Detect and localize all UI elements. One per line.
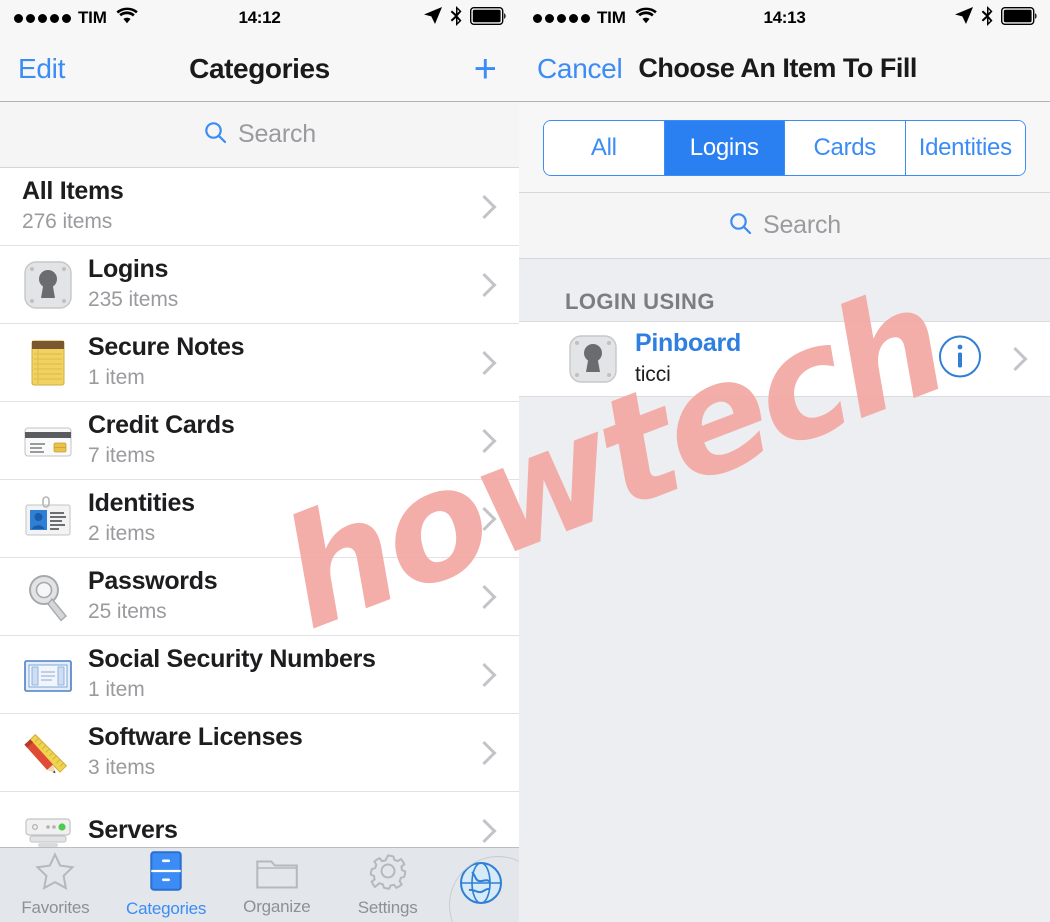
status-bar: TIM 14:12 xyxy=(0,0,519,36)
categories-list: All Items 276 items Logins 235 items Sec… xyxy=(0,168,519,870)
list-item-subtitle: 276 items xyxy=(22,210,113,234)
chevron-right-icon xyxy=(472,272,497,297)
search-input[interactable]: Search xyxy=(0,102,519,168)
list-item[interactable]: Passwords 25 items xyxy=(0,558,519,636)
gear-icon xyxy=(369,852,407,895)
navigation-bar: Cancel Choose An Item To Fill xyxy=(519,36,1050,102)
segment-identities[interactable]: Identities xyxy=(904,121,1025,175)
list-item[interactable]: All Items 276 items xyxy=(0,168,519,246)
star-icon xyxy=(35,852,76,895)
tab-organize[interactable]: Organize xyxy=(222,848,333,922)
tab-label: Organize xyxy=(243,896,311,916)
tab-label: Favorites xyxy=(21,898,90,917)
search-icon xyxy=(728,211,753,241)
section-header: LOGIN USING xyxy=(519,259,1050,321)
search-placeholder: Search xyxy=(762,211,841,239)
search-placeholder: Search xyxy=(237,120,316,148)
left-screen-categories: TIM 14:12 Edit Categories + Search All I… xyxy=(0,0,519,922)
list-item-title: Pinboard xyxy=(635,329,741,358)
list-item-subtitle: 7 items xyxy=(88,444,155,468)
tab-label: Categories xyxy=(126,899,207,918)
chevron-right-icon xyxy=(472,740,497,765)
chevron-right-icon xyxy=(1003,346,1028,372)
chevron-right-icon xyxy=(472,350,497,375)
search-input[interactable]: Search xyxy=(519,193,1050,259)
list-item-subtitle: 25 items xyxy=(88,600,167,624)
cancel-button[interactable]: Cancel xyxy=(519,53,623,85)
list-item[interactable]: Logins 235 items xyxy=(0,246,519,324)
list-item-title: Logins xyxy=(88,255,169,284)
add-button[interactable]: + xyxy=(474,49,519,89)
list-item[interactable]: Secure Notes 1 item xyxy=(0,324,519,402)
tab-categories[interactable]: Categories xyxy=(111,848,222,922)
list-item-title: Software Licenses xyxy=(88,723,303,752)
list-item-text: All Items 276 items xyxy=(22,177,124,235)
chevron-right-icon xyxy=(472,584,497,609)
list-item-title: Secure Notes xyxy=(88,333,245,362)
list-item[interactable]: Identities 2 items xyxy=(0,480,519,558)
clock-label: 14:13 xyxy=(763,8,806,27)
lock-icon xyxy=(22,259,74,311)
browser-globe-button[interactable] xyxy=(443,848,519,922)
list-item-title: Servers xyxy=(88,816,178,845)
chevron-right-icon xyxy=(472,428,497,453)
segmented-control[interactable]: All Logins Cards Identities xyxy=(543,120,1026,176)
lock-icon xyxy=(567,333,619,385)
ruler-pencil-icon xyxy=(22,727,74,779)
file-cabinet-icon xyxy=(150,851,182,896)
certificate-icon xyxy=(22,649,74,701)
tab-bar: Favorites Categories Organize Settings xyxy=(0,847,519,922)
tab-favorites[interactable]: Favorites xyxy=(0,848,111,922)
list-item-subtitle: 235 items xyxy=(88,288,179,312)
notepad-icon xyxy=(22,337,74,389)
info-circle-icon[interactable] xyxy=(938,335,982,384)
search-icon xyxy=(203,120,228,150)
credit-card-icon xyxy=(22,415,74,467)
list-item-subtitle: 1 item xyxy=(88,366,145,390)
segment-all[interactable]: All xyxy=(544,121,664,175)
list-item-subtitle: 3 items xyxy=(88,756,155,780)
key-icon xyxy=(22,571,74,623)
list-item-text: Servers xyxy=(88,816,178,845)
list-item[interactable]: Social Security Numbers 1 item xyxy=(0,636,519,714)
id-card-icon xyxy=(22,493,74,545)
segmented-control-container: All Logins Cards Identities xyxy=(519,102,1050,193)
list-item-text: Software Licenses 3 items xyxy=(88,723,303,781)
list-item-text: Identities 2 items xyxy=(88,489,195,547)
list-item[interactable]: Credit Cards 7 items xyxy=(0,402,519,480)
list-item-subtitle: ticci xyxy=(635,362,671,386)
list-item-subtitle: 1 item xyxy=(88,678,145,702)
list-item-title: Social Security Numbers xyxy=(88,645,376,674)
navigation-bar: Edit Categories + xyxy=(0,36,519,102)
list-item[interactable]: Software Licenses 3 items xyxy=(0,714,519,792)
page-title: Categories xyxy=(189,52,330,84)
list-item-text: Pinboard ticci xyxy=(635,330,741,388)
clock-label: 14:12 xyxy=(238,8,281,27)
list-item-title: Identities xyxy=(88,489,195,518)
list-item-title: All Items xyxy=(22,177,124,206)
status-bar: TIM 14:13 xyxy=(519,0,1050,36)
chevron-right-icon xyxy=(472,818,497,843)
chevron-right-icon xyxy=(472,662,497,687)
list-item-title: Passwords xyxy=(88,567,218,596)
dual-screenshot: TIM 14:12 Edit Categories + Search All I… xyxy=(0,0,1050,922)
list-item-subtitle: 2 items xyxy=(88,522,155,546)
tab-settings[interactable]: Settings xyxy=(332,848,443,922)
page-title: Choose An Item To Fill xyxy=(638,53,917,83)
list-item-text: Logins 235 items xyxy=(88,255,178,313)
chevron-right-icon xyxy=(472,194,497,219)
list-item-text: Credit Cards 7 items xyxy=(88,411,235,469)
list-item-text: Secure Notes 1 item xyxy=(88,333,245,391)
list-item[interactable]: Pinboard ticci xyxy=(519,321,1050,397)
right-screen-choose-item: TIM 14:13 Cancel Choose An Item To Fill … xyxy=(519,0,1050,922)
list-item-text: Passwords 25 items xyxy=(88,567,218,625)
segment-logins[interactable]: Logins xyxy=(663,121,784,175)
list-item-title: Credit Cards xyxy=(88,411,235,440)
chevron-right-icon xyxy=(472,506,497,531)
list-item-text: Social Security Numbers 1 item xyxy=(88,645,376,703)
segment-cards[interactable]: Cards xyxy=(784,121,905,175)
folder-icon xyxy=(256,854,298,894)
edit-button[interactable]: Edit xyxy=(0,53,65,85)
tab-label: Settings xyxy=(357,898,418,917)
